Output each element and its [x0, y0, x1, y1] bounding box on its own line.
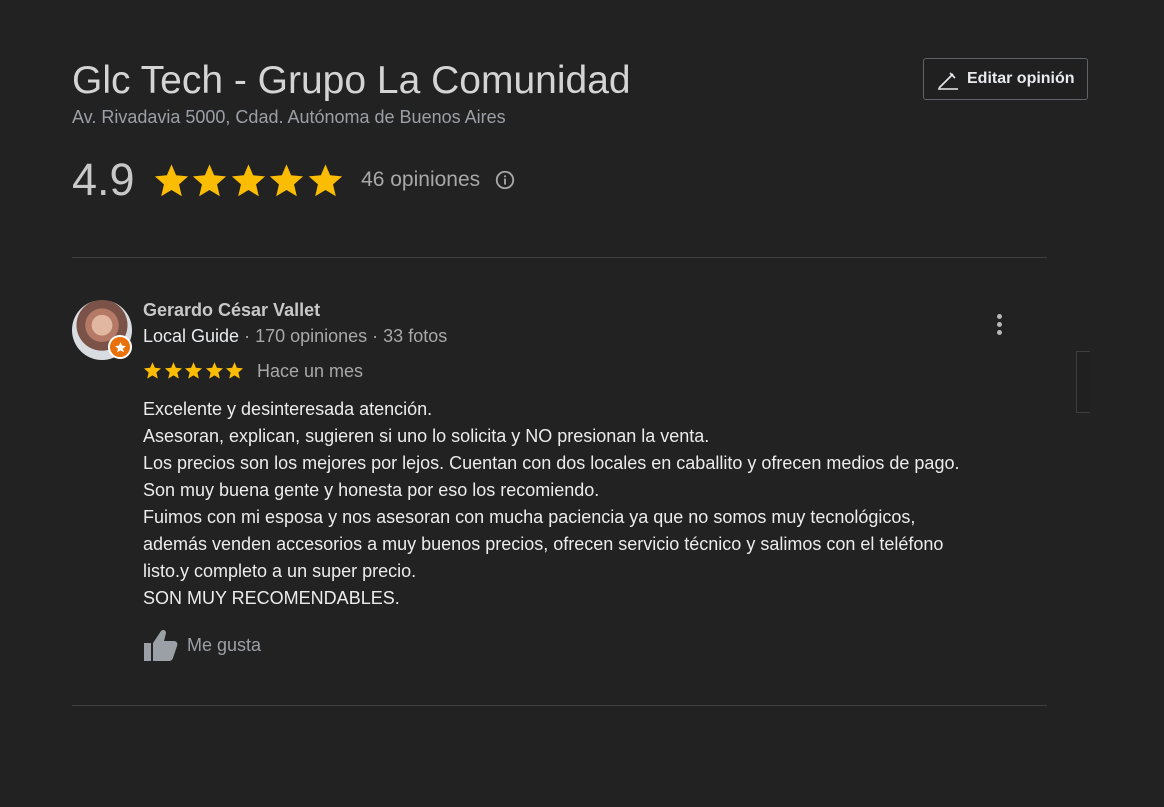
review-text-line: Excelente y desinteresada atención. — [143, 399, 433, 419]
star-icon — [192, 163, 227, 196]
divider — [72, 257, 1047, 258]
thumb-up-icon — [144, 629, 178, 661]
star-icon — [154, 163, 188, 196]
divider — [72, 705, 1047, 706]
reviewer-meta: Local Guide · 170 opiniones · 33 fotos — [143, 326, 447, 347]
review-text-line: Asesoran, explican, sugieren si uno lo s… — [143, 426, 710, 446]
more-options-button[interactable] — [987, 310, 1011, 338]
review-stars — [143, 361, 246, 380]
reviewer-name[interactable]: Gerardo César Vallet — [143, 300, 320, 321]
local-guide-star-icon — [114, 341, 126, 352]
rating-summary: 4.9 46 opiniones — [72, 154, 516, 206]
review-date: Hace un mes — [257, 361, 364, 381]
review-text-line: Fuimos con mi esposa y nos asesoran con … — [143, 507, 916, 527]
rating-stars — [153, 162, 346, 199]
star-icon — [308, 163, 342, 196]
edit-review-label: Editar opinión — [967, 70, 1075, 87]
review-text: Excelente y desinteresada atención. Ases… — [143, 396, 1043, 612]
like-label: Me gusta — [187, 634, 262, 655]
local-guide-label: Local Guide — [143, 326, 240, 346]
more-vert-icon — [996, 313, 1002, 319]
review-text-line: además venden accesorios a muy buenos pr… — [143, 534, 944, 554]
review-text-line: Los precios son los mejores por lejos. C… — [143, 453, 960, 473]
pencil-icon — [938, 72, 958, 90]
star-icon — [205, 362, 223, 379]
reviewer-stats: · 170 opiniones · 33 fotos — [239, 326, 448, 346]
info-icon[interactable] — [494, 169, 516, 191]
star-icon — [231, 163, 265, 196]
scrollbar-handle[interactable] — [1076, 351, 1090, 413]
like-button[interactable]: Me gusta — [143, 628, 261, 662]
review-text-line: listo.y completo a un super precio. — [143, 561, 417, 581]
edit-review-button[interactable]: Editar opinión — [923, 58, 1088, 100]
review-count: 46 opiniones — [361, 168, 481, 191]
star-icon — [184, 362, 203, 379]
rating-value: 4.9 — [72, 154, 135, 205]
star-icon — [164, 362, 182, 379]
local-guide-badge — [108, 335, 132, 359]
star-icon — [269, 163, 304, 196]
review-text-line: SON MUY RECOMENDABLES. — [143, 588, 400, 608]
place-address: Av. Rivadavia 5000, Cdad. Autónoma de Bu… — [72, 107, 506, 127]
star-icon — [225, 362, 244, 379]
star-icon — [143, 362, 162, 379]
review-text-line: Son muy buena gente y honesta por eso lo… — [143, 480, 600, 500]
